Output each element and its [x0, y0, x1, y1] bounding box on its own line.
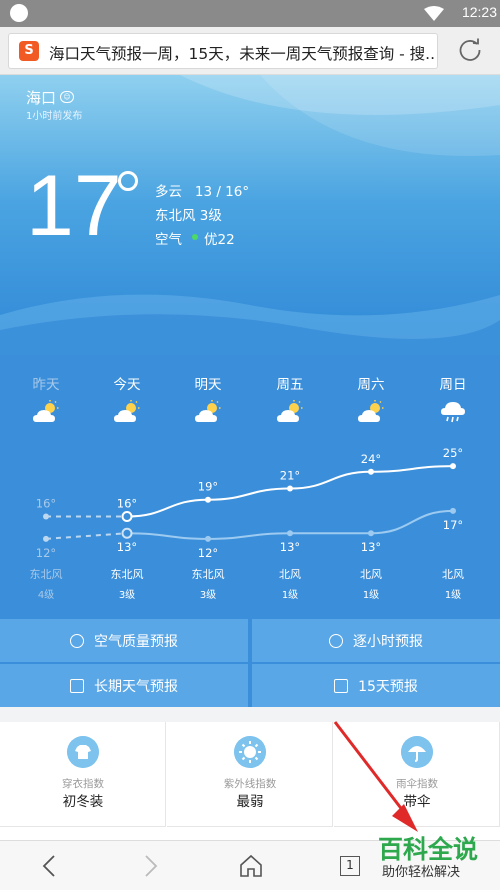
past-temperature-segment — [45, 532, 128, 540]
forecast-day-label: 明天 — [194, 377, 222, 393]
temperature-label: 19° — [198, 480, 218, 494]
index-value: 初冬装 — [62, 794, 104, 810]
clothing-index-card[interactable]: 穿衣指数 初冬装 — [0, 722, 166, 827]
temperature-label: 13° — [117, 540, 137, 554]
forecast-wind-level: 4级 — [37, 590, 55, 601]
current-temperature: 17 — [26, 158, 122, 254]
home-icon[interactable] — [237, 853, 265, 879]
umbrella-icon — [401, 736, 433, 768]
air-label: 空气 — [155, 232, 182, 248]
forecast-links: 空气质量预报 逐小时预报 长期天气预报 15天预报 — [0, 617, 500, 707]
status-bar: 12:23 — [0, 0, 500, 27]
forecast-panel: 16° 16° 19° 21° 24° 25° 12° 13° 12° 13° 13° 17° 昨天东… — [0, 355, 500, 617]
temperature-label: 25° — [443, 446, 463, 460]
forecast-day-label: 昨天 — [32, 377, 60, 393]
sun-icon — [234, 736, 266, 768]
current-weather-panel: 海口 ☺ 1小时前发布 17 多云 13 / 16° 东北风 3级 空气 优22 — [0, 75, 500, 355]
long-term-forecast-button[interactable]: 长期天气预报 — [0, 664, 248, 707]
site-logo-icon: S — [19, 41, 39, 61]
temperature-label: 12° — [36, 546, 56, 560]
forecast-wind-direction: 北风 — [442, 568, 464, 581]
hourly-forecast-button[interactable]: 逐小时预报 — [252, 619, 500, 662]
temperature-point — [205, 496, 211, 503]
notification-dot-icon — [10, 4, 28, 22]
publish-time: 1小时前发布 — [26, 111, 83, 122]
temperature-point — [205, 535, 211, 542]
forward-icon[interactable] — [136, 853, 164, 879]
city-smile-icon: ☺ — [60, 91, 74, 103]
refresh-icon[interactable] — [455, 35, 485, 65]
temperature-point — [121, 527, 133, 539]
temperature-point — [368, 530, 374, 537]
forecast-wind-level: 1级 — [281, 590, 299, 601]
partly-cloudy-icon — [195, 400, 221, 422]
page-title[interactable]: 海口天气预报一周，15天，未来一周天气预报查询 - 搜... — [49, 42, 434, 64]
forecast-day-label: 周六 — [357, 377, 385, 393]
calendar-icon — [70, 678, 84, 693]
back-icon[interactable] — [36, 853, 64, 879]
forecast-wind-direction: 东北风 — [29, 568, 63, 581]
forecast-day-label: 今天 — [113, 377, 141, 393]
current-condition: 多云 13 / 16° — [155, 184, 250, 200]
temperature-label: 17° — [443, 518, 463, 532]
rain-cloud-icon — [441, 402, 465, 423]
temperature-label: 21° — [280, 469, 300, 483]
forecast-day-label: 周日 — [439, 377, 467, 393]
temperature-point — [368, 468, 374, 475]
city-name[interactable]: 海口 — [26, 87, 56, 108]
partly-cloudy-icon — [114, 400, 140, 422]
index-title: 穿衣指数 — [62, 778, 104, 790]
current-wind: 东北风 3级 — [155, 208, 222, 224]
temperature-point — [287, 485, 293, 492]
umbrella-index-card[interactable]: 雨伞指数 带伞 — [334, 722, 500, 827]
forecast-day-label: 周五 — [276, 377, 304, 393]
temperature-point — [121, 510, 133, 522]
degree-symbol-icon — [118, 171, 138, 191]
status-time: 12:23 — [461, 4, 497, 20]
partly-cloudy-icon — [358, 400, 384, 422]
forecast-wind-direction: 东北风 — [191, 568, 225, 581]
temperature-point — [43, 535, 49, 542]
air-quality-dot-icon — [192, 234, 198, 240]
temperature-label: 16° — [36, 496, 56, 510]
forecast-wind-level: 1级 — [362, 590, 380, 601]
uv-index-card[interactable]: 紫外线指数 最弱 — [167, 722, 333, 827]
calendar-15-icon — [334, 678, 349, 693]
index-title: 紫外线指数 — [223, 778, 277, 790]
air-quality-forecast-button[interactable]: 空气质量预报 — [0, 619, 248, 662]
temperature-label: 12° — [198, 546, 218, 560]
forecast-wind-level: 3级 — [118, 590, 136, 601]
smile-icon — [70, 633, 84, 648]
temperature-label: 13° — [280, 540, 300, 554]
temperature-label: 24° — [361, 452, 381, 466]
temperature-point — [450, 463, 456, 470]
shirt-icon — [67, 736, 99, 768]
temperature-point — [43, 513, 49, 520]
partly-cloudy-icon — [33, 400, 59, 422]
watermark-logo: 百科全说 助你轻松解决 — [378, 830, 488, 888]
forecast-wind-direction: 东北风 — [110, 568, 144, 581]
temperature-label: 13° — [361, 540, 381, 554]
temperature-point — [287, 530, 293, 537]
tab-count-button[interactable]: 1 — [340, 856, 360, 876]
partly-cloudy-icon — [277, 400, 303, 422]
index-value: 最弱 — [236, 794, 264, 810]
index-value: 带伞 — [403, 794, 431, 810]
fifteen-day-forecast-button[interactable]: 15天预报 — [252, 664, 500, 707]
temperature-label: 16° — [117, 496, 137, 510]
life-index-grid: 穿衣指数 初冬装 紫外线指数 最弱 雨伞指数 带伞 — [0, 722, 500, 840]
address-bar[interactable]: S 海口天气预报一周，15天，未来一周天气预报查询 - 搜... — [8, 33, 438, 69]
forecast-wind-level: 1级 — [444, 590, 462, 601]
temperature-point — [450, 507, 456, 514]
forecast-wind-direction: 北风 — [360, 568, 382, 581]
index-title: 雨伞指数 — [396, 778, 438, 790]
wifi-icon — [424, 6, 444, 21]
clock-icon — [329, 633, 343, 648]
forecast-wind-direction: 北风 — [279, 568, 301, 581]
browser-toolbar: S 海口天气预报一周，15天，未来一周天气预报查询 - 搜... — [0, 27, 500, 75]
air-quality-value: 优22 — [204, 232, 235, 248]
forecast-wind-level: 3级 — [199, 590, 217, 601]
watermark-subtitle: 助你轻松解决 — [382, 865, 461, 880]
